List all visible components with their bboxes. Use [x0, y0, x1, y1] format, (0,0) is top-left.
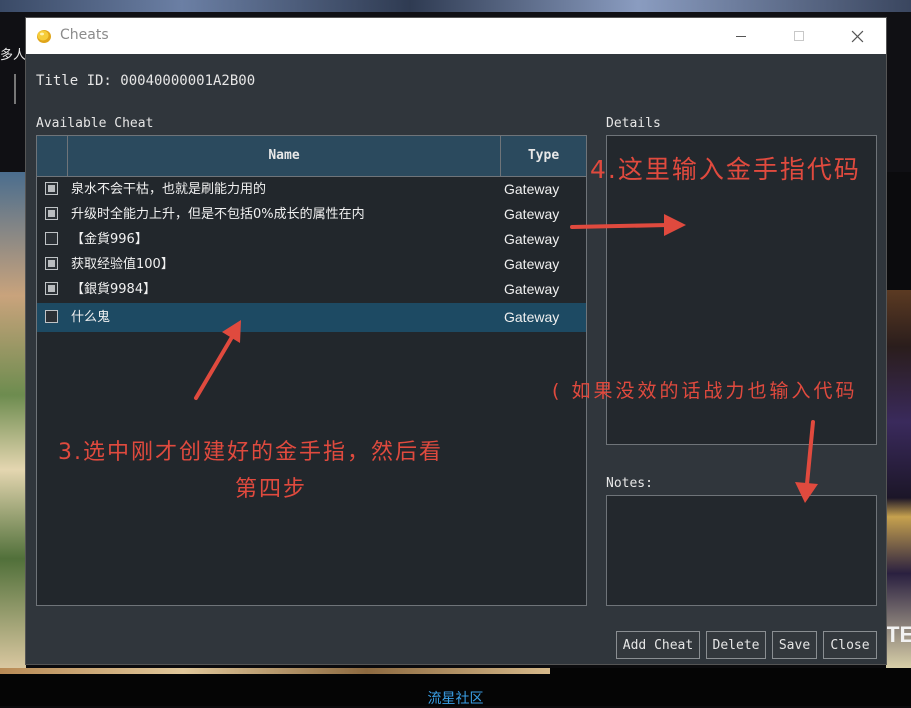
annotation-step4: 4.这里输入金手指代码 [590, 155, 861, 184]
arrow-right-icon [570, 214, 686, 236]
annotation-hint: ( 如果没效的话战力也输入代码 [552, 380, 858, 402]
annotation-arrows [194, 214, 818, 503]
arrow-down-icon [795, 420, 818, 503]
annotation-step3-line1: 3.选中刚才创建好的金手指，然后看 [58, 440, 443, 465]
arrow-up-icon [194, 320, 241, 400]
annotation-step3-line2: 第四步 [235, 477, 308, 502]
